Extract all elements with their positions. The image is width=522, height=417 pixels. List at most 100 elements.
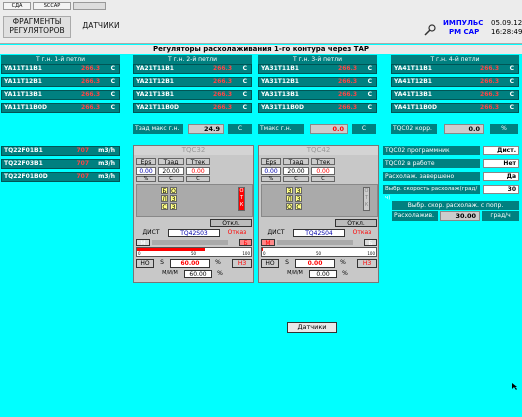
- mouse-cursor-icon: [512, 383, 517, 390]
- loop1-header: Т г.н. 1-й петли: [1, 55, 120, 64]
- loop3-header: Т г.н. 3-й петли: [258, 55, 377, 64]
- sensors-button[interactable]: Датчики: [287, 322, 337, 333]
- mim-label: М/И/М: [281, 270, 309, 278]
- sda-button[interactable]: СДА: [3, 2, 31, 10]
- actuator-name[interactable]: TQ42S03: [168, 229, 220, 237]
- b-button[interactable]: Б: [239, 239, 252, 247]
- otkl-button[interactable]: Откл.: [335, 219, 377, 227]
- tzad-label: Tзад: [283, 158, 309, 166]
- ttek-label: Ттек: [186, 158, 210, 166]
- speed-unit: град/ч: [482, 211, 519, 221]
- tzad-unit: С: [158, 176, 184, 182]
- manual-button[interactable]: М: [261, 239, 275, 247]
- scale-min: 0: [138, 251, 141, 256]
- disabled-button[interactable]: [73, 2, 106, 10]
- manual-button[interactable]: М: [136, 239, 150, 247]
- flow-row: TQ22F01B0D 707 m3/h: [1, 172, 120, 182]
- ho-button[interactable]: НО: [136, 259, 154, 268]
- mim-unit: %: [339, 270, 351, 278]
- mode-cell: З: [286, 187, 293, 195]
- mode-bar: [152, 240, 228, 245]
- flow-row: TQ22F01B1 707 m3/h: [1, 146, 120, 156]
- status-label: TQC02 программник: [383, 146, 480, 155]
- scale-min: 0: [263, 251, 266, 256]
- loop1-row: YA11T13B1 266.3 С: [1, 90, 120, 100]
- loop4-row: YA41T11B0D 266.3 С: [391, 103, 519, 113]
- dist-label: ДИСТ: [136, 229, 166, 237]
- otkl-button[interactable]: Откл.: [210, 219, 252, 227]
- mode-cell: З: [170, 203, 177, 211]
- rmcap-label: РМ САР: [449, 28, 480, 36]
- speed-value: 30.00: [440, 211, 480, 221]
- loop3-row: YA31T13B1 266.3 С: [258, 90, 377, 100]
- mode-cell: С: [295, 203, 302, 211]
- loop2-row: YA21T12B1 266.3 С: [133, 77, 252, 87]
- actuator-name[interactable]: TQ42S04: [293, 229, 345, 237]
- loop4-row: YA41T13B1 266.3 С: [391, 90, 519, 100]
- scale-mid: 50: [316, 251, 322, 256]
- position-scale: 0 50 100: [136, 247, 252, 257]
- mode-cell: Л: [161, 195, 168, 203]
- speed-label: Расхолажив.: [392, 211, 438, 221]
- mode-cell: З: [295, 195, 302, 203]
- loop2-header: Т г.н. 2-й петли: [133, 55, 252, 64]
- loop3-row: YA31T12B1 266.3 С: [258, 77, 377, 87]
- flow-row: TQ22F03B1 707 m3/h: [1, 159, 120, 169]
- loop3-row: YA31T11B0D 266.3 С: [258, 103, 377, 113]
- date-label: 05.09.12: [491, 19, 522, 27]
- loop4-row: YA41T11B1 266.3 С: [391, 64, 519, 74]
- eps-value: 0.00: [136, 167, 156, 175]
- ttek-value: 0.00: [186, 167, 210, 175]
- dist-label: ДИСТ: [261, 229, 291, 237]
- tzad-value[interactable]: 20.00: [283, 167, 309, 175]
- search-icon[interactable]: [424, 24, 436, 36]
- loop4-row: YA41T12B1 266.3 С: [391, 77, 519, 87]
- mim-label: М/И/М: [156, 270, 184, 278]
- loop3-row: YA31T11B1 266.3 С: [258, 64, 377, 74]
- status-value[interactable]: 30: [483, 185, 519, 194]
- mode-cell: О: [170, 187, 177, 195]
- status-value: Нет: [483, 159, 519, 168]
- mode-cell: Б: [161, 187, 168, 195]
- tzad-unit: С: [228, 124, 252, 134]
- regulator-tqc32-panel: TQC32 Eps Tзад Ттек 0.00 20.00 0.00 % С …: [133, 145, 254, 283]
- otk-indicator: О Т К: [238, 187, 245, 211]
- tqc02-corr-value: 0.0: [444, 124, 484, 134]
- status-label: Расхолаж. завершено: [383, 172, 480, 181]
- tmax-label: Тмакс г.н.: [258, 124, 304, 134]
- position-value: 60.00: [170, 259, 210, 268]
- otk-indicator: О Т К: [363, 187, 370, 211]
- status-value: Дист.: [483, 146, 519, 155]
- tzad-value[interactable]: 24.9: [188, 124, 224, 134]
- hz-button[interactable]: НЗ: [232, 259, 252, 268]
- ttek-value: 0.00: [311, 167, 335, 175]
- tzad-label: Tзад: [158, 158, 184, 166]
- regulator-title: TQC32: [134, 146, 253, 155]
- ho-button[interactable]: НО: [261, 259, 279, 268]
- loop1-row: YA11T11B1 266.3 С: [1, 64, 120, 74]
- mode-area: Б Л С О З З О Т К: [136, 184, 253, 217]
- status-label: TQC02 в работе: [383, 159, 480, 168]
- b-button[interactable]: Б: [364, 239, 377, 247]
- loop2-row: YA21T11B0D 266.3 С: [133, 103, 252, 113]
- sccap-button[interactable]: SCCAP: [33, 2, 71, 10]
- time-label: 16:28:49: [491, 28, 522, 36]
- scale-mid: 50: [191, 251, 197, 256]
- hz-button[interactable]: НЗ: [357, 259, 377, 268]
- loop2-row: YA21T11B1 266.3 С: [133, 64, 252, 74]
- pos-unit: %: [337, 259, 349, 268]
- mode-cell: З: [170, 195, 177, 203]
- sensors-tab[interactable]: ДАТЧИКИ: [76, 21, 126, 30]
- top-bar: СДА SCCAP ФРАГМЕНТЫ РЕГУЛЯТОРОВ ДАТЧИКИ …: [0, 0, 522, 44]
- loop1-row: YA11T11B0D 266.3 С: [1, 103, 120, 113]
- eps-value: 0.00: [261, 167, 281, 175]
- mode-cell: О: [286, 203, 293, 211]
- scale-max: 100: [242, 251, 250, 256]
- tzad-label: Тзад макс г.н.: [133, 124, 183, 134]
- ttek-unit: С: [311, 176, 335, 182]
- fragments-regulators-tab[interactable]: ФРАГМЕНТЫ РЕГУЛЯТОРОВ: [3, 16, 71, 38]
- otkaz-label: Отказ: [222, 229, 252, 237]
- tqc02-corr-unit: %: [490, 124, 518, 134]
- ttek-label: Ттек: [311, 158, 335, 166]
- tzad-value[interactable]: 20.00: [158, 167, 184, 175]
